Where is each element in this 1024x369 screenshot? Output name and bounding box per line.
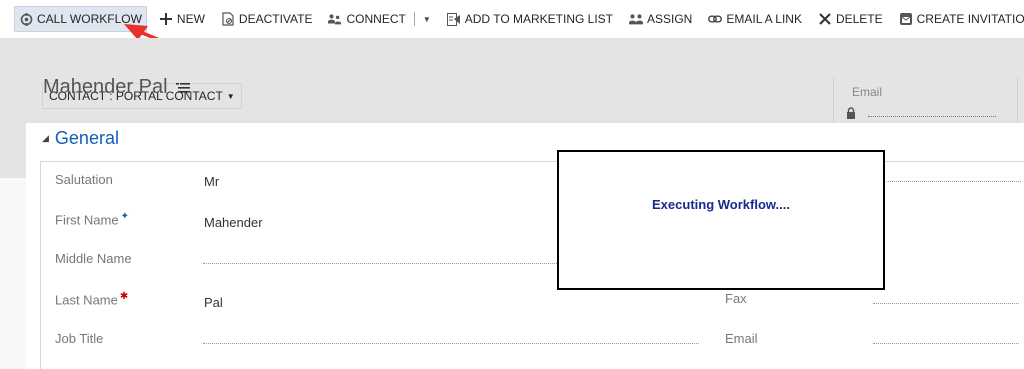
fax-input[interactable] — [873, 303, 1019, 304]
connect-button[interactable]: CONNECT ▼ — [324, 6, 434, 32]
email-a-link-label: EMAIL A LINK — [726, 12, 802, 26]
middle-name-input[interactable] — [203, 263, 563, 264]
assign-label: ASSIGN — [647, 12, 693, 26]
recommended-icon: ✦ — [120, 211, 129, 222]
lock-icon — [847, 107, 855, 119]
connect-icon — [328, 12, 342, 26]
list-icon[interactable] — [175, 80, 190, 96]
collapse-triangle-icon: ◢ — [42, 133, 49, 143]
header-email-label: Email — [852, 85, 883, 99]
header-email-input[interactable] — [868, 116, 996, 117]
job-title-label: Job Title — [55, 331, 104, 346]
connect-separator — [413, 12, 415, 26]
workflow-icon — [19, 12, 33, 26]
connect-label: CONNECT — [346, 12, 406, 26]
marketing-list-icon — [446, 12, 461, 26]
record-name: Mahender Pal — [43, 76, 168, 98]
email-label: Email — [725, 331, 758, 346]
deactivate-button[interactable]: DEACTIVATE — [217, 6, 317, 32]
salutation-input[interactable]: Mr — [204, 174, 219, 189]
dialog-message: Executing Workflow.... — [652, 196, 790, 212]
deactivate-icon — [221, 12, 235, 26]
assign-icon — [629, 12, 643, 26]
middle-name-label: Middle Name — [55, 251, 132, 266]
first-name-label: First Name ✦ — [55, 211, 129, 227]
link-icon — [708, 12, 723, 26]
add-to-marketing-list-button[interactable]: ADD TO MARKETING LIST — [443, 6, 617, 32]
record-title: Mahender Pal — [43, 76, 190, 99]
section-title: General — [54, 128, 119, 148]
fax-label: Fax — [725, 291, 747, 306]
delete-icon — [818, 12, 832, 26]
salutation-label: Salutation — [55, 172, 113, 187]
executing-workflow-dialog: Executing Workflow.... — [557, 150, 885, 290]
chevron-down-icon: ▼ — [226, 91, 235, 101]
side-strip — [0, 122, 26, 178]
fax-field: Fax — [725, 291, 1021, 311]
job-title-input[interactable] — [203, 343, 699, 344]
add-to-marketing-list-label: ADD TO MARKETING LIST — [464, 12, 613, 26]
create-invitation-button[interactable]: CREATE INVITATION — [895, 6, 1024, 32]
first-name-input[interactable]: Mahender — [204, 215, 263, 230]
chevron-down-icon[interactable]: ▼ — [423, 15, 431, 24]
assign-button[interactable]: ASSIGN — [625, 6, 696, 32]
deactivate-label: DEACTIVATE — [238, 12, 313, 26]
email-input[interactable] — [873, 343, 1019, 344]
required-icon: ✱ — [119, 291, 129, 302]
delete-button[interactable]: DELETE — [814, 6, 887, 32]
last-name-input[interactable]: Pal — [204, 295, 223, 310]
last-name-label-text: Last Name — [55, 292, 118, 308]
email-a-link-button[interactable]: EMAIL A LINK — [704, 6, 806, 32]
last-name-label: Last Name ✱ — [55, 291, 128, 307]
create-invitation-label: CREATE INVITATION — [916, 12, 1024, 26]
email-field: Email — [725, 331, 1021, 351]
section-general-header[interactable]: ◢ General — [42, 128, 119, 149]
salutation-right-line — [871, 181, 1021, 182]
first-name-label-text: First Name — [55, 212, 119, 228]
invitation-icon — [899, 12, 913, 26]
delete-label: DELETE — [835, 12, 883, 26]
